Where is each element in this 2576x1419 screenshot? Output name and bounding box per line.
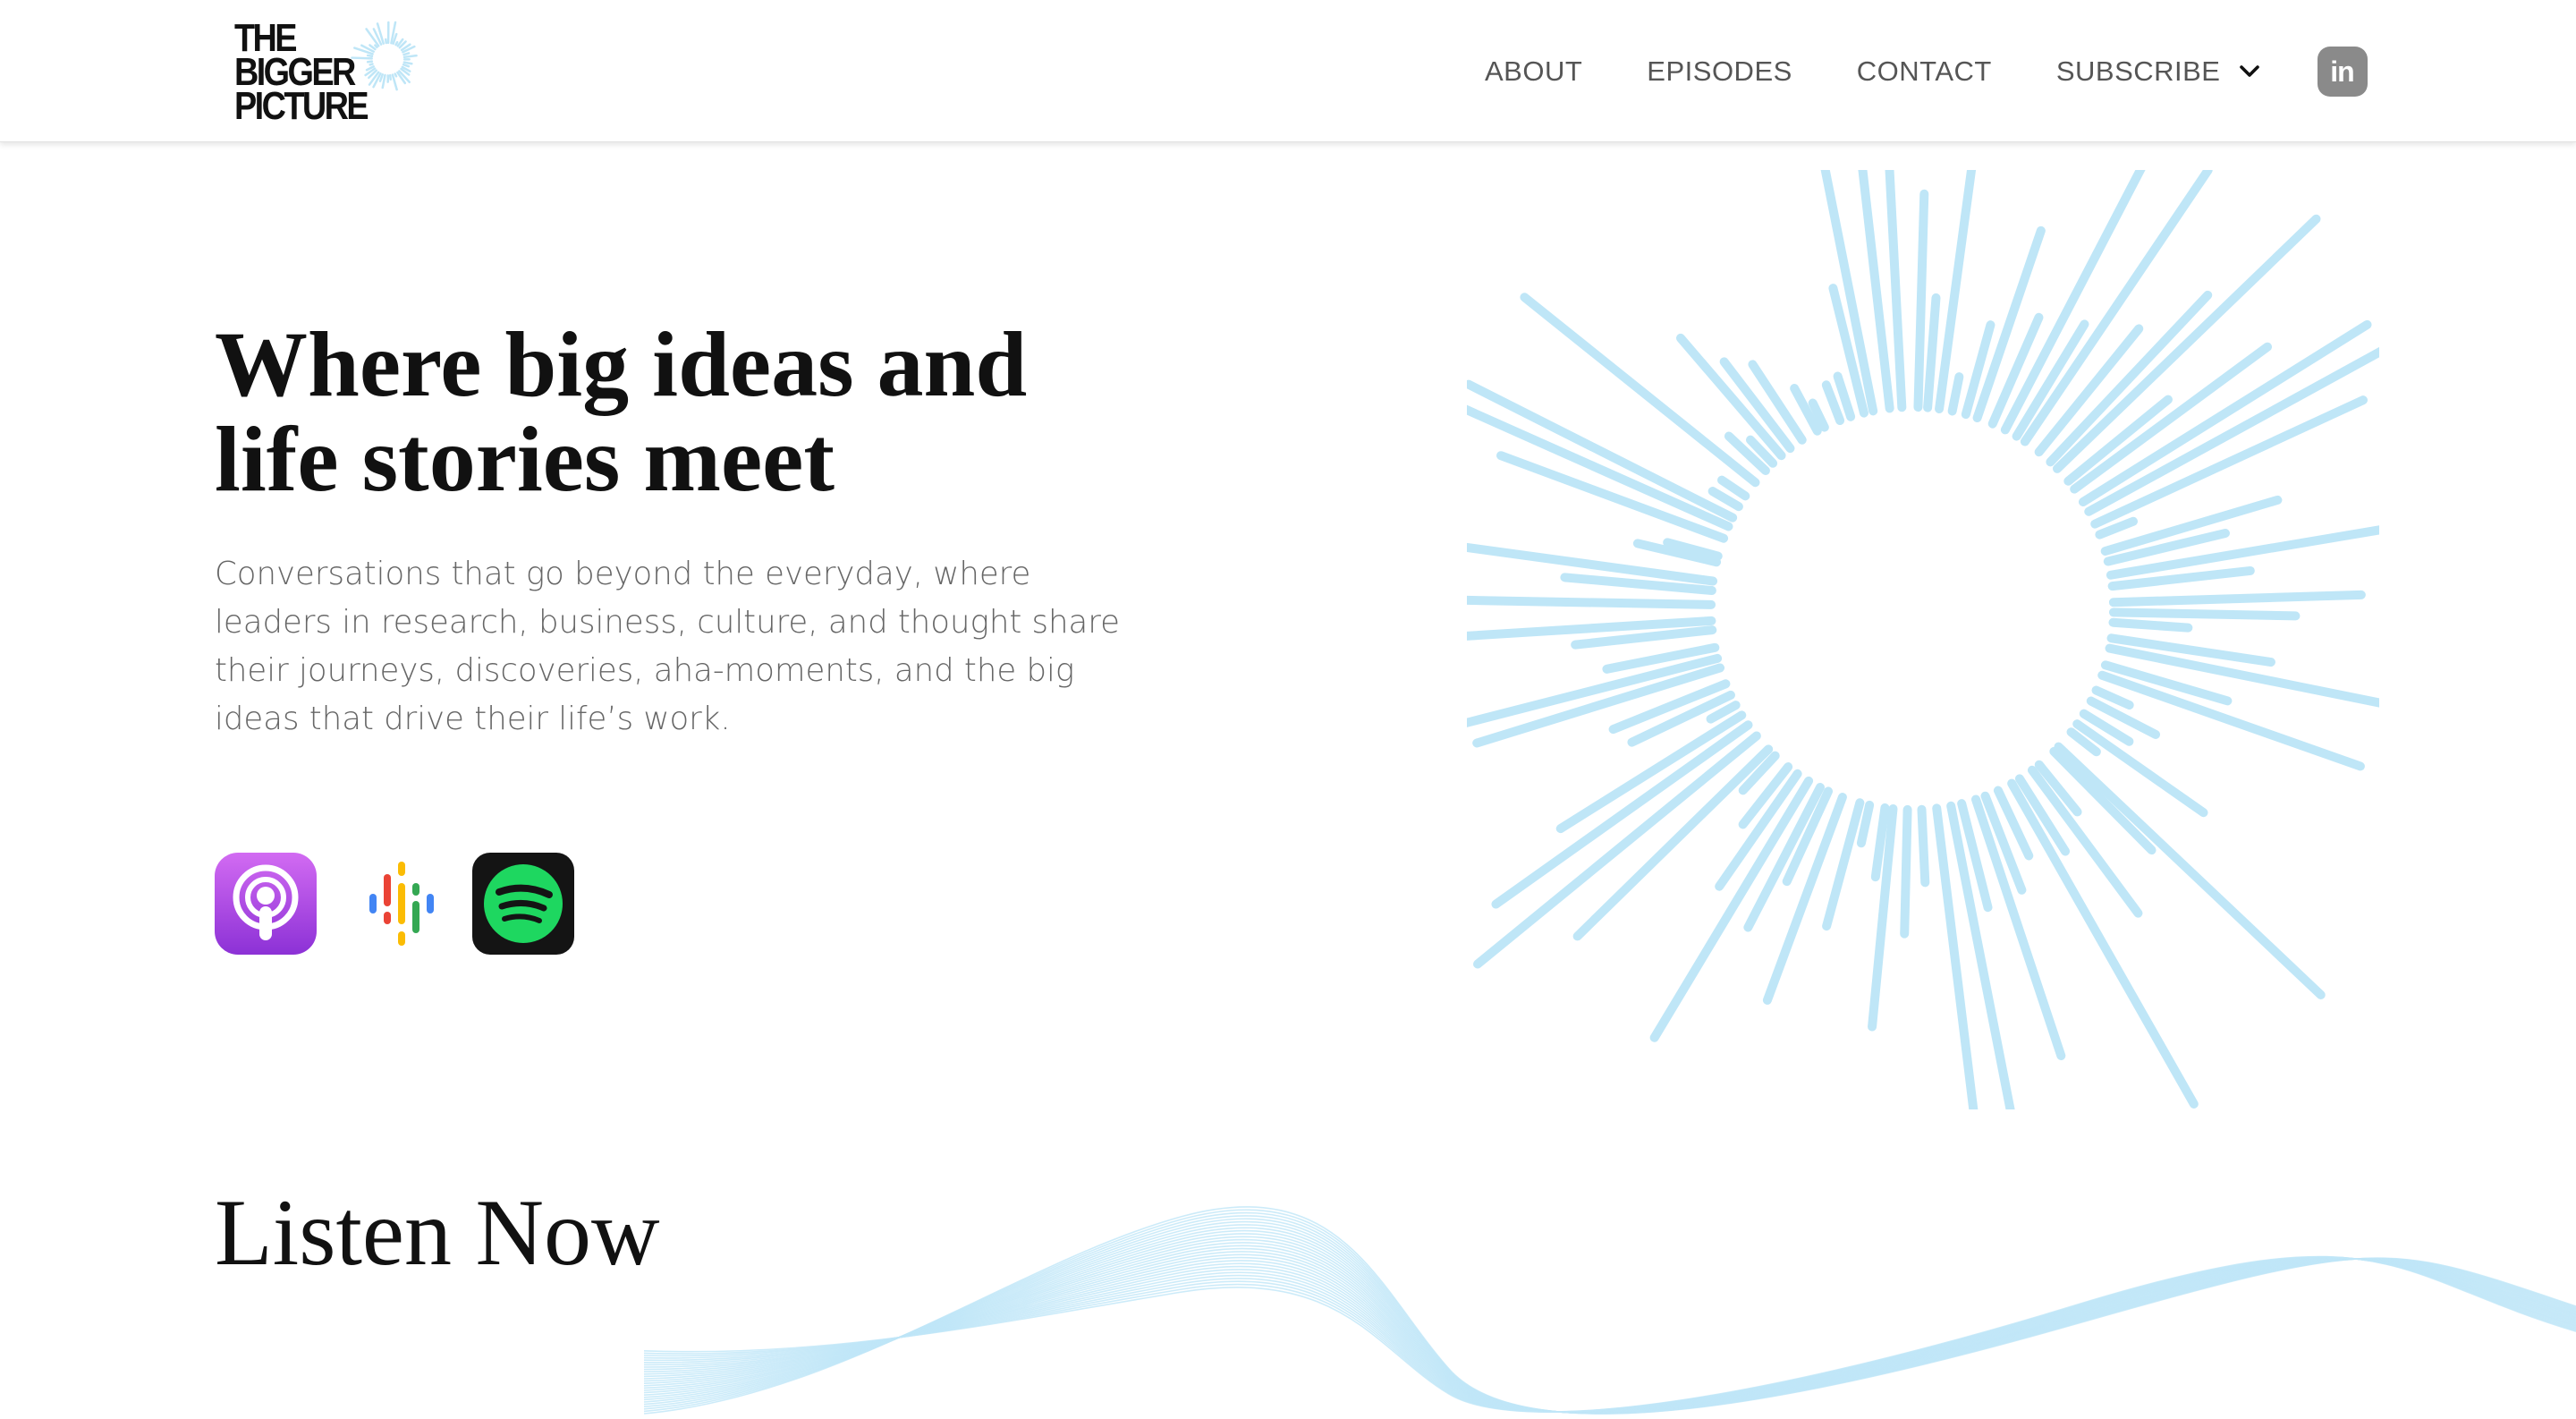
- burst-ray: [2090, 395, 2368, 529]
- apple-podcasts-icon[interactable]: [215, 853, 317, 955]
- burst-ray: [1467, 404, 1733, 531]
- burst-ray: [1900, 804, 1912, 939]
- wave-line: [644, 1255, 2576, 1413]
- burst-ray: [366, 54, 374, 58]
- wave-line: [644, 1220, 2576, 1415]
- site-logo[interactable]: THE BIGGER PICTURE: [234, 18, 429, 129]
- burst-ray: [402, 61, 413, 65]
- burst-ray: [2054, 742, 2326, 999]
- nav-episodes[interactable]: EPISODES: [1647, 55, 1792, 88]
- logo-burst-icon: [351, 21, 418, 91]
- burst-ray: [402, 52, 411, 56]
- burst-ray: [366, 60, 374, 64]
- wave-line: [644, 1257, 2576, 1413]
- burst-ray: [1467, 595, 1716, 609]
- burst-ray: [1947, 372, 1964, 416]
- wave-line: [644, 1257, 2576, 1413]
- burst-ray: [1856, 800, 1875, 848]
- burst-ray: [1467, 379, 1738, 523]
- wave-lines-graphic: [644, 1206, 2576, 1415]
- hero-description: Conversations that go beyond the everyda…: [215, 556, 1120, 737]
- burst-ray: [374, 44, 378, 49]
- chevron-down-icon: [2239, 65, 2259, 77]
- nav-contact[interactable]: CONTACT: [1857, 55, 1992, 88]
- burst-ray: [1923, 293, 1941, 412]
- wave-line: [644, 1206, 2576, 1415]
- wave-line: [644, 1256, 2576, 1413]
- wave-line: [644, 1256, 2576, 1413]
- wave-line: [644, 1218, 2576, 1415]
- wave-line: [644, 1209, 2576, 1415]
- burst-ray: [2108, 617, 2193, 633]
- burst-ray: [1649, 776, 1814, 1042]
- wave-line: [644, 1224, 2576, 1414]
- burst-ray: [394, 40, 399, 47]
- burst-ray: [2108, 608, 2301, 621]
- burst-ray: [402, 63, 411, 68]
- wave-line: [644, 1256, 2576, 1413]
- burst-ray: [381, 73, 386, 89]
- wave-line: [644, 1227, 2576, 1414]
- burst-ray: [2084, 346, 2379, 516]
- burst-ray: [2108, 590, 2366, 608]
- wave-line: [644, 1256, 2576, 1413]
- site-header: THE BIGGER PICTURE ABOUT EPISODES CONTAC…: [0, 0, 2576, 142]
- burst-ray: [351, 56, 373, 60]
- spotify-icon[interactable]: [472, 853, 574, 955]
- burst-ray: [1491, 720, 1753, 909]
- sound-burst-graphic: [1467, 170, 2379, 1109]
- nav-about[interactable]: ABOUT: [1485, 55, 1582, 88]
- nav-subscribe[interactable]: SUBSCRIBE: [2056, 55, 2260, 88]
- burst-ray: [2007, 778, 2199, 1109]
- hero-headline: Where big ideas and life stories meet: [215, 313, 1028, 511]
- burst-ray: [388, 73, 392, 81]
- linkedin-icon[interactable]: in: [2317, 47, 2368, 97]
- burst-ray: [394, 72, 398, 78]
- wave-line: [644, 1257, 2576, 1413]
- wave-line: [644, 1211, 2576, 1415]
- burst-ray: [1917, 804, 1930, 888]
- listen-now-heading: Listen Now: [215, 1180, 660, 1285]
- main-nav: ABOUT EPISODES CONTACT SUBSCRIBE in: [1485, 47, 2368, 97]
- wave-line: [644, 1256, 2576, 1413]
- wave-line: [644, 1257, 2576, 1413]
- google-podcasts-icon[interactable]: [351, 853, 453, 955]
- wave-line: [644, 1256, 2576, 1413]
- wave-line: [644, 1215, 2576, 1415]
- burst-ray: [1913, 189, 1929, 412]
- burst-ray: [402, 54, 418, 59]
